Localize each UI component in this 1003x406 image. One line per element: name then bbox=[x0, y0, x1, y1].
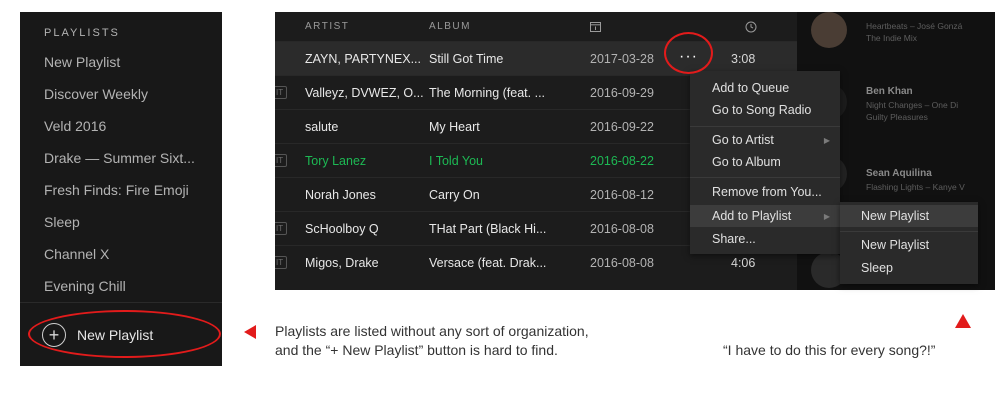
submenu-arrow-icon: ▶ bbox=[823, 212, 830, 221]
album-column-header[interactable]: ALBUM bbox=[429, 21, 471, 32]
sidebar-playlist-item[interactable]: Channel X bbox=[44, 246, 216, 262]
menu-item-remove-from-library[interactable]: Remove from You... bbox=[712, 185, 822, 199]
track-row[interactable]: ZAYN, PARTYNEX... Still Got Time 2017-03… bbox=[275, 41, 797, 75]
calendar-icon[interactable] bbox=[590, 21, 601, 32]
track-date-added: 2016-08-12 bbox=[590, 188, 654, 202]
friend-track[interactable]: Heartbeats – José Gonzá bbox=[866, 21, 962, 31]
track-artist[interactable]: Tory Lanez bbox=[305, 154, 366, 168]
track-artist[interactable]: ZAYN, PARTYNEX... bbox=[305, 52, 421, 66]
sidebar-playlist-item[interactable]: New Playlist bbox=[44, 54, 216, 70]
friend-track[interactable]: Night Changes – One Di bbox=[866, 100, 958, 110]
track-album[interactable]: I Told You bbox=[429, 154, 483, 168]
friend-activity-item[interactable]: Heartbeats – José Gonzá The Indie Mix bbox=[866, 18, 962, 43]
menu-item-go-to-artist[interactable]: Go to Artist bbox=[712, 133, 774, 147]
track-album[interactable]: My Heart bbox=[429, 120, 480, 134]
track-artist[interactable]: Valleyz, DVWEZ, O... bbox=[305, 86, 424, 100]
friend-context[interactable]: The Indie Mix bbox=[866, 33, 962, 43]
add-to-playlist-submenu: New Playlist New Playlist Sleep bbox=[840, 202, 978, 284]
submenu-arrow-icon: ▶ bbox=[823, 136, 830, 145]
track-duration: 3:08 bbox=[731, 52, 756, 66]
annotation-oval-new-playlist bbox=[28, 310, 221, 358]
track-album[interactable]: The Morning (feat. ... bbox=[429, 86, 545, 100]
sidebar-playlist-item[interactable]: Evening Chill bbox=[44, 278, 216, 294]
track-date-added: 2017-03-28 bbox=[590, 52, 654, 66]
annotation-caption-line1: Playlists are listed without any sort of… bbox=[275, 323, 589, 339]
annotation-arrow-up-icon bbox=[955, 314, 971, 328]
sidebar-playlist-item[interactable]: Veld 2016 bbox=[44, 118, 216, 134]
track-date-added: 2016-08-08 bbox=[590, 256, 654, 270]
friend-track[interactable]: Flashing Lights – Kanye V bbox=[866, 182, 965, 192]
submenu-item-playlist[interactable]: Sleep bbox=[861, 261, 893, 275]
clock-icon[interactable] bbox=[745, 21, 757, 33]
friend-activity-item[interactable]: Ben Khan Night Changes – One Di Guilty P… bbox=[866, 86, 958, 122]
track-album[interactable]: Carry On bbox=[429, 188, 480, 202]
menu-item-share[interactable]: Share... bbox=[712, 232, 756, 246]
track-context-menu: Add to Queue Go to Song Radio Go to Arti… bbox=[690, 71, 840, 254]
submenu-item-playlist[interactable]: New Playlist bbox=[861, 238, 929, 252]
annotation-arrow-left-icon bbox=[244, 325, 256, 339]
track-date-added: 2016-09-22 bbox=[590, 120, 654, 134]
track-date-added: 2016-08-22 bbox=[590, 154, 654, 168]
sidebar-playlist-item[interactable]: Sleep bbox=[44, 214, 216, 230]
explicit-badge: IT bbox=[275, 154, 288, 167]
menu-item-add-to-playlist[interactable]: Add to Playlist bbox=[690, 205, 840, 227]
friend-name[interactable]: Sean Aquilina bbox=[866, 168, 965, 179]
menu-item-add-to-queue[interactable]: Add to Queue bbox=[712, 81, 789, 95]
track-artist[interactable]: salute bbox=[305, 120, 338, 134]
annotation-caption-line2: and the “+ New Playlist” button is hard … bbox=[275, 342, 558, 358]
sidebar-divider bbox=[20, 302, 222, 303]
track-artist[interactable]: Norah Jones bbox=[305, 188, 376, 202]
menu-separator bbox=[690, 126, 840, 127]
menu-separator bbox=[840, 231, 978, 232]
track-date-added: 2016-08-08 bbox=[590, 222, 654, 236]
track-album[interactable]: Still Got Time bbox=[429, 52, 503, 66]
sidebar-playlist-item[interactable]: Fresh Finds: Fire Emoji bbox=[44, 182, 216, 198]
annotation-oval-more-button bbox=[664, 32, 713, 74]
explicit-badge: IT bbox=[275, 222, 288, 235]
friend-avatar[interactable] bbox=[811, 12, 847, 48]
explicit-badge: IT bbox=[275, 256, 288, 269]
annotation-caption-right: “I have to do this for every song?!” bbox=[723, 342, 936, 358]
menu-item-song-radio[interactable]: Go to Song Radio bbox=[712, 103, 811, 117]
explicit-badge: IT bbox=[275, 86, 288, 99]
playlists-heading: PLAYLISTS bbox=[44, 27, 120, 39]
track-artist[interactable]: ScHoolboy Q bbox=[305, 222, 379, 236]
menu-separator bbox=[690, 177, 840, 178]
sidebar-playlist-item[interactable]: Discover Weekly bbox=[44, 86, 216, 102]
artist-column-header[interactable]: ARTIST bbox=[305, 21, 349, 32]
friend-name[interactable]: Ben Khan bbox=[866, 86, 958, 97]
track-album[interactable]: THat Part (Black Hi... bbox=[429, 222, 546, 236]
menu-item-go-to-album[interactable]: Go to Album bbox=[712, 155, 781, 169]
sidebar-playlist-item[interactable]: Drake — Summer Sixt... bbox=[44, 150, 216, 166]
friend-context[interactable]: Guilty Pleasures bbox=[866, 112, 958, 122]
submenu-item-new-playlist[interactable]: New Playlist bbox=[840, 205, 978, 227]
track-date-added: 2016-09-29 bbox=[590, 86, 654, 100]
track-album[interactable]: Versace (feat. Drak... bbox=[429, 256, 546, 270]
track-artist[interactable]: Migos, Drake bbox=[305, 256, 379, 270]
friend-activity-item[interactable]: Sean Aquilina Flashing Lights – Kanye V bbox=[866, 168, 965, 192]
track-duration: 4:06 bbox=[731, 256, 756, 270]
